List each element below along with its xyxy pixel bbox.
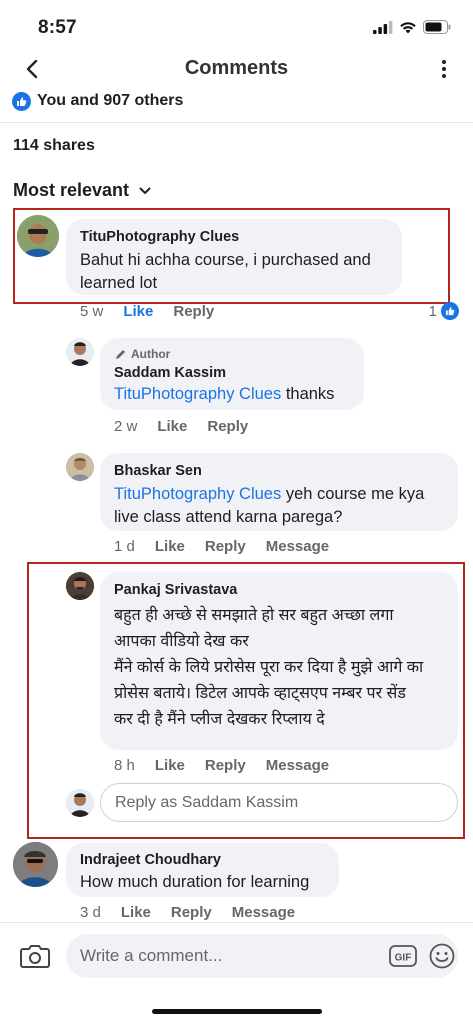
mention-tag[interactable]: TituPhotography Clues [114,485,281,503]
avatar[interactable] [17,215,59,257]
comment-bubble: Author Saddam Kassim TituPhotography Clu… [100,338,364,410]
comment-text: TituPhotography Clues thanks [114,383,350,406]
comment-text: TituPhotography Clues yeh course me kya … [114,483,444,529]
divider [0,122,473,123]
message-button[interactable]: Message [232,904,295,921]
more-options-icon[interactable] [439,58,449,80]
comment-time: 2 w [114,418,138,435]
nav-bar: Comments [0,50,473,90]
comment-author[interactable]: Pankaj Srivastava [114,581,444,599]
gif-icon[interactable]: GIF [389,945,417,967]
comment-actions: 2 w Like Reply [114,418,268,435]
comment-actions: 3 d Like Reply Message [80,904,315,921]
like-button[interactable]: Like [157,418,187,435]
comment-actions: 8 h Like Reply Message [114,757,349,774]
comment-body: thanks [281,385,335,403]
sort-label: Most relevant [13,180,130,200]
avatar [66,789,94,817]
comment-time: 8 h [114,757,135,774]
reply-input[interactable]: Reply as Saddam Kassim [100,783,458,822]
comment-time: 5 w [80,303,104,320]
comment-author[interactable]: Saddam Kassim [114,364,350,382]
avatar[interactable] [13,842,58,887]
comment-text: How much duration for learning [80,873,310,891]
status-bar: 8:57 [0,0,473,50]
pen-icon [116,349,125,359]
comment-time: 3 d [80,904,101,921]
comment-actions: 1 d Like Reply Message [114,538,349,555]
home-indicator [152,1009,322,1014]
reaction-number: 1 [428,302,437,320]
avatar[interactable] [66,338,94,366]
message-button[interactable]: Message [266,757,329,774]
comment-author[interactable]: TituPhotography Clues [80,228,388,246]
signal-icon [373,20,393,34]
battery-icon [423,20,451,34]
comment-line: प्रोसेस बताये। डिटेल आपके व्हाट्सएप नम्ब… [114,685,406,702]
comment-time: 1 d [114,538,135,555]
author-badge: Author [114,346,350,362]
mention-tag[interactable]: TituPhotography Clues [114,385,281,403]
comment-bubble: TituPhotography Clues Bahut hi achha cou… [66,219,402,295]
page-title: Comments [184,57,289,79]
message-button[interactable]: Message [266,538,329,555]
comment-bubble: Indrajeet Choudhary How much duration fo… [66,843,339,897]
likes-summary[interactable]: You and 907 others [12,90,183,112]
like-button[interactable]: Like [121,904,151,921]
comment-bubble: Bhaskar Sen TituPhotography Clues yeh co… [100,453,458,531]
like-reaction-icon [441,302,459,320]
reply-button[interactable]: Reply [171,904,212,921]
comment-text: बहुत ही अच्छे से समझाते हो सर बहुत अच्छा… [114,603,444,733]
avatar[interactable] [66,572,94,600]
comment-line: मैंने कोर्स के लिये प्ररोसेस पूरा कर दिय… [114,659,424,676]
comment-bubble: Pankaj Srivastava बहुत ही अच्छे से समझात… [100,572,458,750]
comment-actions: 5 w Like Reply [80,303,234,320]
comment-composer: Write a comment... GIF [0,922,473,1024]
comment-line: आपका वीडियो देख कर [114,633,249,650]
comment-author[interactable]: Bhaskar Sen [114,462,444,480]
status-time: 8:57 [38,17,77,38]
reply-button[interactable]: Reply [205,538,246,555]
comment-author[interactable]: Indrajeet Choudhary [80,851,325,869]
gif-label: GIF [395,953,412,964]
reply-button[interactable]: Reply [207,418,248,435]
like-button[interactable]: Like [123,303,153,320]
like-button[interactable]: Like [155,538,185,555]
status-icons [373,20,451,34]
comment-line: बहुत ही अच्छे से समझाते हो सर बहुत अच्छा… [114,607,394,624]
author-badge-label: Author [131,347,171,361]
emoji-icon[interactable] [429,943,455,969]
like-reaction-icon [12,91,31,111]
shares-count[interactable]: 114 shares [13,137,95,155]
camera-icon[interactable] [20,943,50,969]
wifi-icon [400,21,416,33]
chevron-down-icon [139,187,151,194]
sort-dropdown[interactable]: Most relevant [13,180,151,201]
like-button[interactable]: Like [155,757,185,774]
likes-text: You and 907 others [37,92,184,109]
reply-placeholder: Reply as Saddam Kassim [115,793,299,811]
comment-text: Bahut hi achha course, i purchased and l… [80,251,371,292]
comment-line: कर दी है मैंने प्लीज देखकर रिप्लाय दे [114,711,325,728]
reaction-count[interactable]: 1 [429,302,459,320]
comment-placeholder: Write a comment... [80,946,223,965]
reply-button[interactable]: Reply [173,303,214,320]
avatar[interactable] [66,453,94,481]
reply-button[interactable]: Reply [205,757,246,774]
